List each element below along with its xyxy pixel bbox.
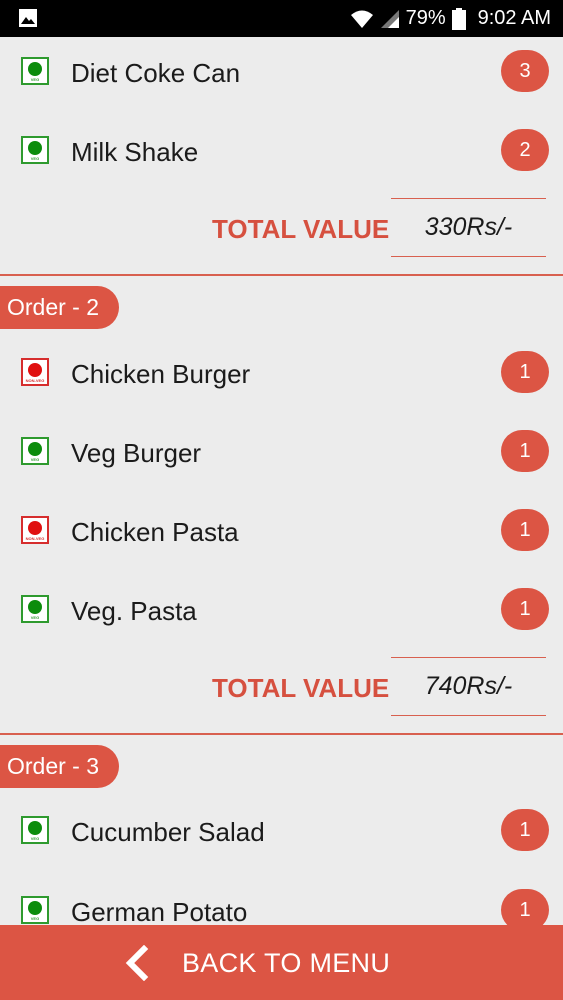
item-name: Chicken Pasta <box>71 517 239 547</box>
order-2-tag: Order - 2 <box>0 286 119 329</box>
quantity-badge: 3 <box>501 50 549 92</box>
list-item[interactable]: VEG Veg. Pasta 1 <box>0 586 563 636</box>
image-notification-icon <box>19 9 37 27</box>
quantity-badge: 1 <box>501 351 549 393</box>
veg-icon: VEG <box>21 816 49 844</box>
veg-icon: VEG <box>21 437 49 465</box>
list-item[interactable]: VEG German Potato 1 <box>0 887 563 925</box>
item-name: Veg. Pasta <box>71 596 197 626</box>
quantity-badge: 1 <box>501 509 549 551</box>
total-value-box: 740Rs/- <box>391 657 546 716</box>
quantity-badge: 2 <box>501 129 549 171</box>
veg-icon: VEG <box>21 136 49 164</box>
veg-icon: VEG <box>21 57 49 85</box>
back-to-menu-button[interactable]: BACK TO MENU <box>0 925 563 1000</box>
item-name: Chicken Burger <box>71 359 251 389</box>
list-item[interactable]: VEG Veg Burger 1 <box>0 428 563 478</box>
total-value-box: 330Rs/- <box>391 198 546 257</box>
battery-percent: 79% <box>405 7 446 29</box>
back-to-menu-label: BACK TO MENU <box>182 948 391 978</box>
clock: 9:02 AM <box>477 7 551 29</box>
cell-signal-icon <box>380 9 399 28</box>
item-name: German Potato <box>71 897 248 925</box>
veg-icon: VEG <box>21 595 49 623</box>
item-name: Milk Shake <box>71 137 199 167</box>
quantity-badge: 1 <box>501 588 549 630</box>
battery-icon <box>451 7 466 30</box>
list-item[interactable]: NON-VEG Chicken Pasta 1 <box>0 507 563 557</box>
list-item[interactable]: VEG Diet Coke Can 3 <box>0 48 563 98</box>
quantity-badge: 1 <box>501 809 549 851</box>
orders-list[interactable]: VEG Diet Coke Can 3 VEG Milk Shake 2 TOT… <box>0 37 563 925</box>
total-value: 740Rs/- <box>424 672 513 700</box>
status-bar: 79% 9:02 AM <box>0 0 563 37</box>
list-item[interactable]: VEG Milk Shake 2 <box>0 127 563 177</box>
quantity-badge: 1 <box>501 889 549 925</box>
order-divider <box>0 274 563 276</box>
item-name: Diet Coke Can <box>71 58 241 88</box>
list-item[interactable]: VEG Cucumber Salad 1 <box>0 807 563 857</box>
veg-icon: VEG <box>21 896 49 924</box>
order-3-tag: Order - 3 <box>0 745 119 788</box>
wifi-icon <box>350 10 373 28</box>
item-name: Cucumber Salad <box>71 817 265 847</box>
total-value: 330Rs/- <box>424 213 513 241</box>
order-divider <box>0 733 563 735</box>
chevron-left-icon <box>125 945 149 981</box>
non-veg-icon: NON-VEG <box>21 516 49 544</box>
total-value-label: TOTAL VALUE <box>212 673 390 703</box>
list-item[interactable]: NON-VEG Chicken Burger 1 <box>0 349 563 399</box>
item-name: Veg Burger <box>71 438 202 468</box>
total-value-label: TOTAL VALUE <box>212 214 390 244</box>
quantity-badge: 1 <box>501 430 549 472</box>
non-veg-icon: NON-VEG <box>21 358 49 386</box>
